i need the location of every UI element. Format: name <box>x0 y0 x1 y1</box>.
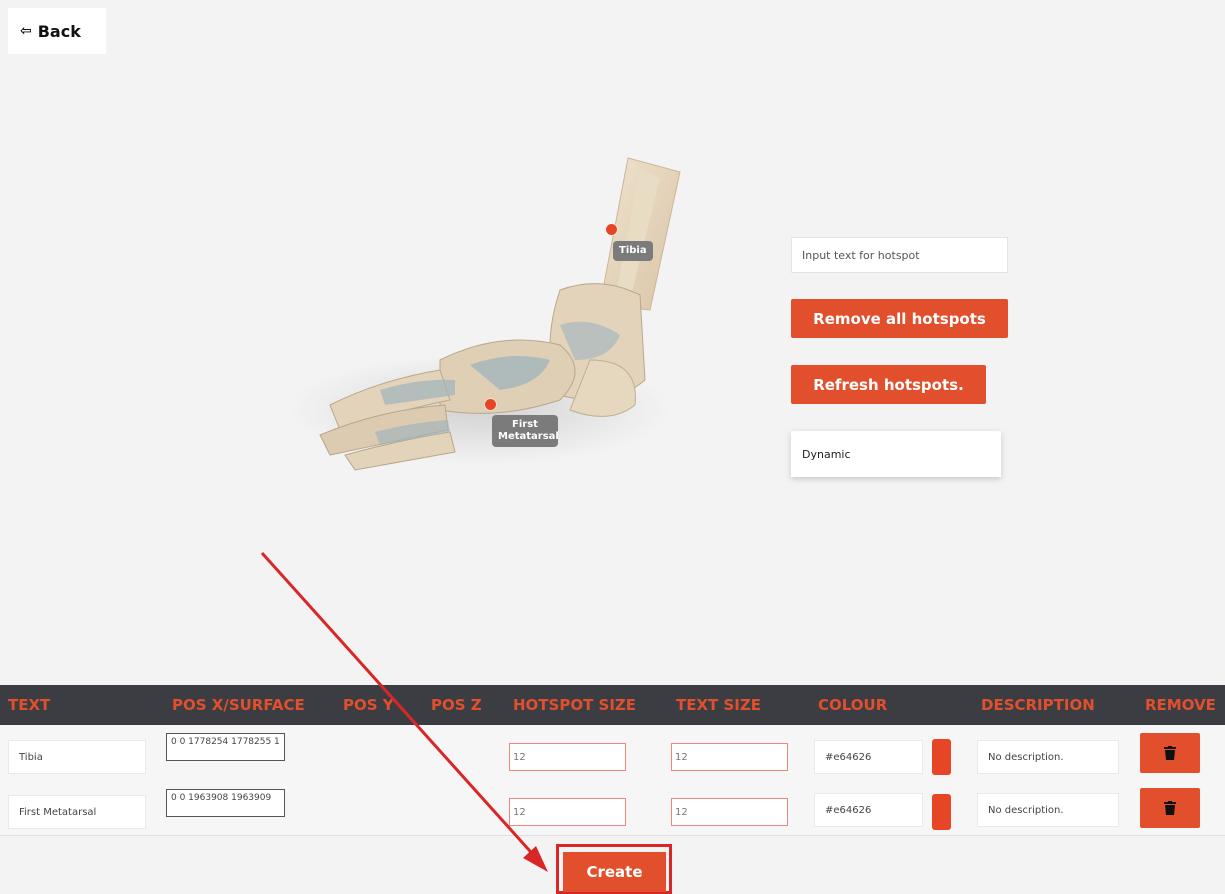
row-colour-swatch[interactable] <box>932 739 951 775</box>
hotspot-label-first-metatarsal: First Metatarsal <box>492 415 559 447</box>
row-hotspot-size-input[interactable]: 12 <box>509 743 626 771</box>
row-text-input[interactable]: First Metatarsal <box>8 795 146 829</box>
row-text-input[interactable]: Tibia <box>8 740 146 774</box>
back-label: Back <box>37 21 81 41</box>
row-pos-surface-input[interactable]: 0 0 1778254 1778255 1 <box>166 733 285 761</box>
row-colour-swatch[interactable] <box>932 794 951 830</box>
row-remove-button[interactable] <box>1140 788 1200 828</box>
col-pos-y: POS Y <box>343 696 394 714</box>
col-pos-x-surface: POS X/SURFACE <box>172 696 305 714</box>
foot-model-image <box>290 157 681 471</box>
row-text-size-input[interactable]: 12 <box>671 743 788 771</box>
trash-icon <box>1164 801 1176 815</box>
col-description: DESCRIPTION <box>981 696 1095 714</box>
refresh-hotspots-button[interactable]: Refresh hotspots. <box>791 365 986 404</box>
mode-select-value: Dynamic <box>802 447 851 461</box>
row-description-input[interactable]: No description. <box>977 740 1119 774</box>
back-arrow-icon: ⇦ <box>20 23 32 39</box>
row-pos-surface-input[interactable]: 0 0 1963908 1963909 <box>166 789 285 817</box>
back-button[interactable]: ⇦ Back <box>8 8 106 54</box>
model-viewer[interactable]: Tibia First Metatarsal <box>0 60 1225 680</box>
hotspot-dot-tibia[interactable] <box>606 224 617 235</box>
col-text: TEXT <box>8 696 51 714</box>
col-pos-z: POS Z <box>431 696 482 714</box>
hotspot-table-body: Tibia 0 0 1778254 1778255 1 12 12 #e6462… <box>0 725 1225 836</box>
row-colour-input[interactable]: #e64626 <box>814 793 923 827</box>
row-remove-button[interactable] <box>1140 733 1200 773</box>
row-description-input[interactable]: No description. <box>977 793 1119 827</box>
remove-all-hotspots-button[interactable]: Remove all hotspots <box>791 299 1008 338</box>
row-text-size-input[interactable]: 12 <box>671 798 788 826</box>
col-text-size: TEXT SIZE <box>676 696 762 714</box>
trash-icon <box>1164 746 1176 760</box>
col-hotspot-size: HOTSPOT SIZE <box>513 696 637 714</box>
hotspot-dot-first-metatarsal[interactable] <box>485 399 496 410</box>
mode-select[interactable]: Dynamic <box>791 431 1001 477</box>
col-colour: COLOUR <box>818 696 888 714</box>
col-remove: REMOVE <box>1145 696 1216 714</box>
hotspot-text-input[interactable] <box>791 237 1008 273</box>
create-button[interactable]: Create <box>563 852 666 892</box>
hotspot-table-header: TEXT POS X/SURFACE POS Y POS Z HOTSPOT S… <box>0 685 1225 725</box>
hotspot-label-tibia: Tibia <box>613 241 653 261</box>
row-colour-input[interactable]: #e64626 <box>814 740 923 774</box>
row-hotspot-size-input[interactable]: 12 <box>509 798 626 826</box>
